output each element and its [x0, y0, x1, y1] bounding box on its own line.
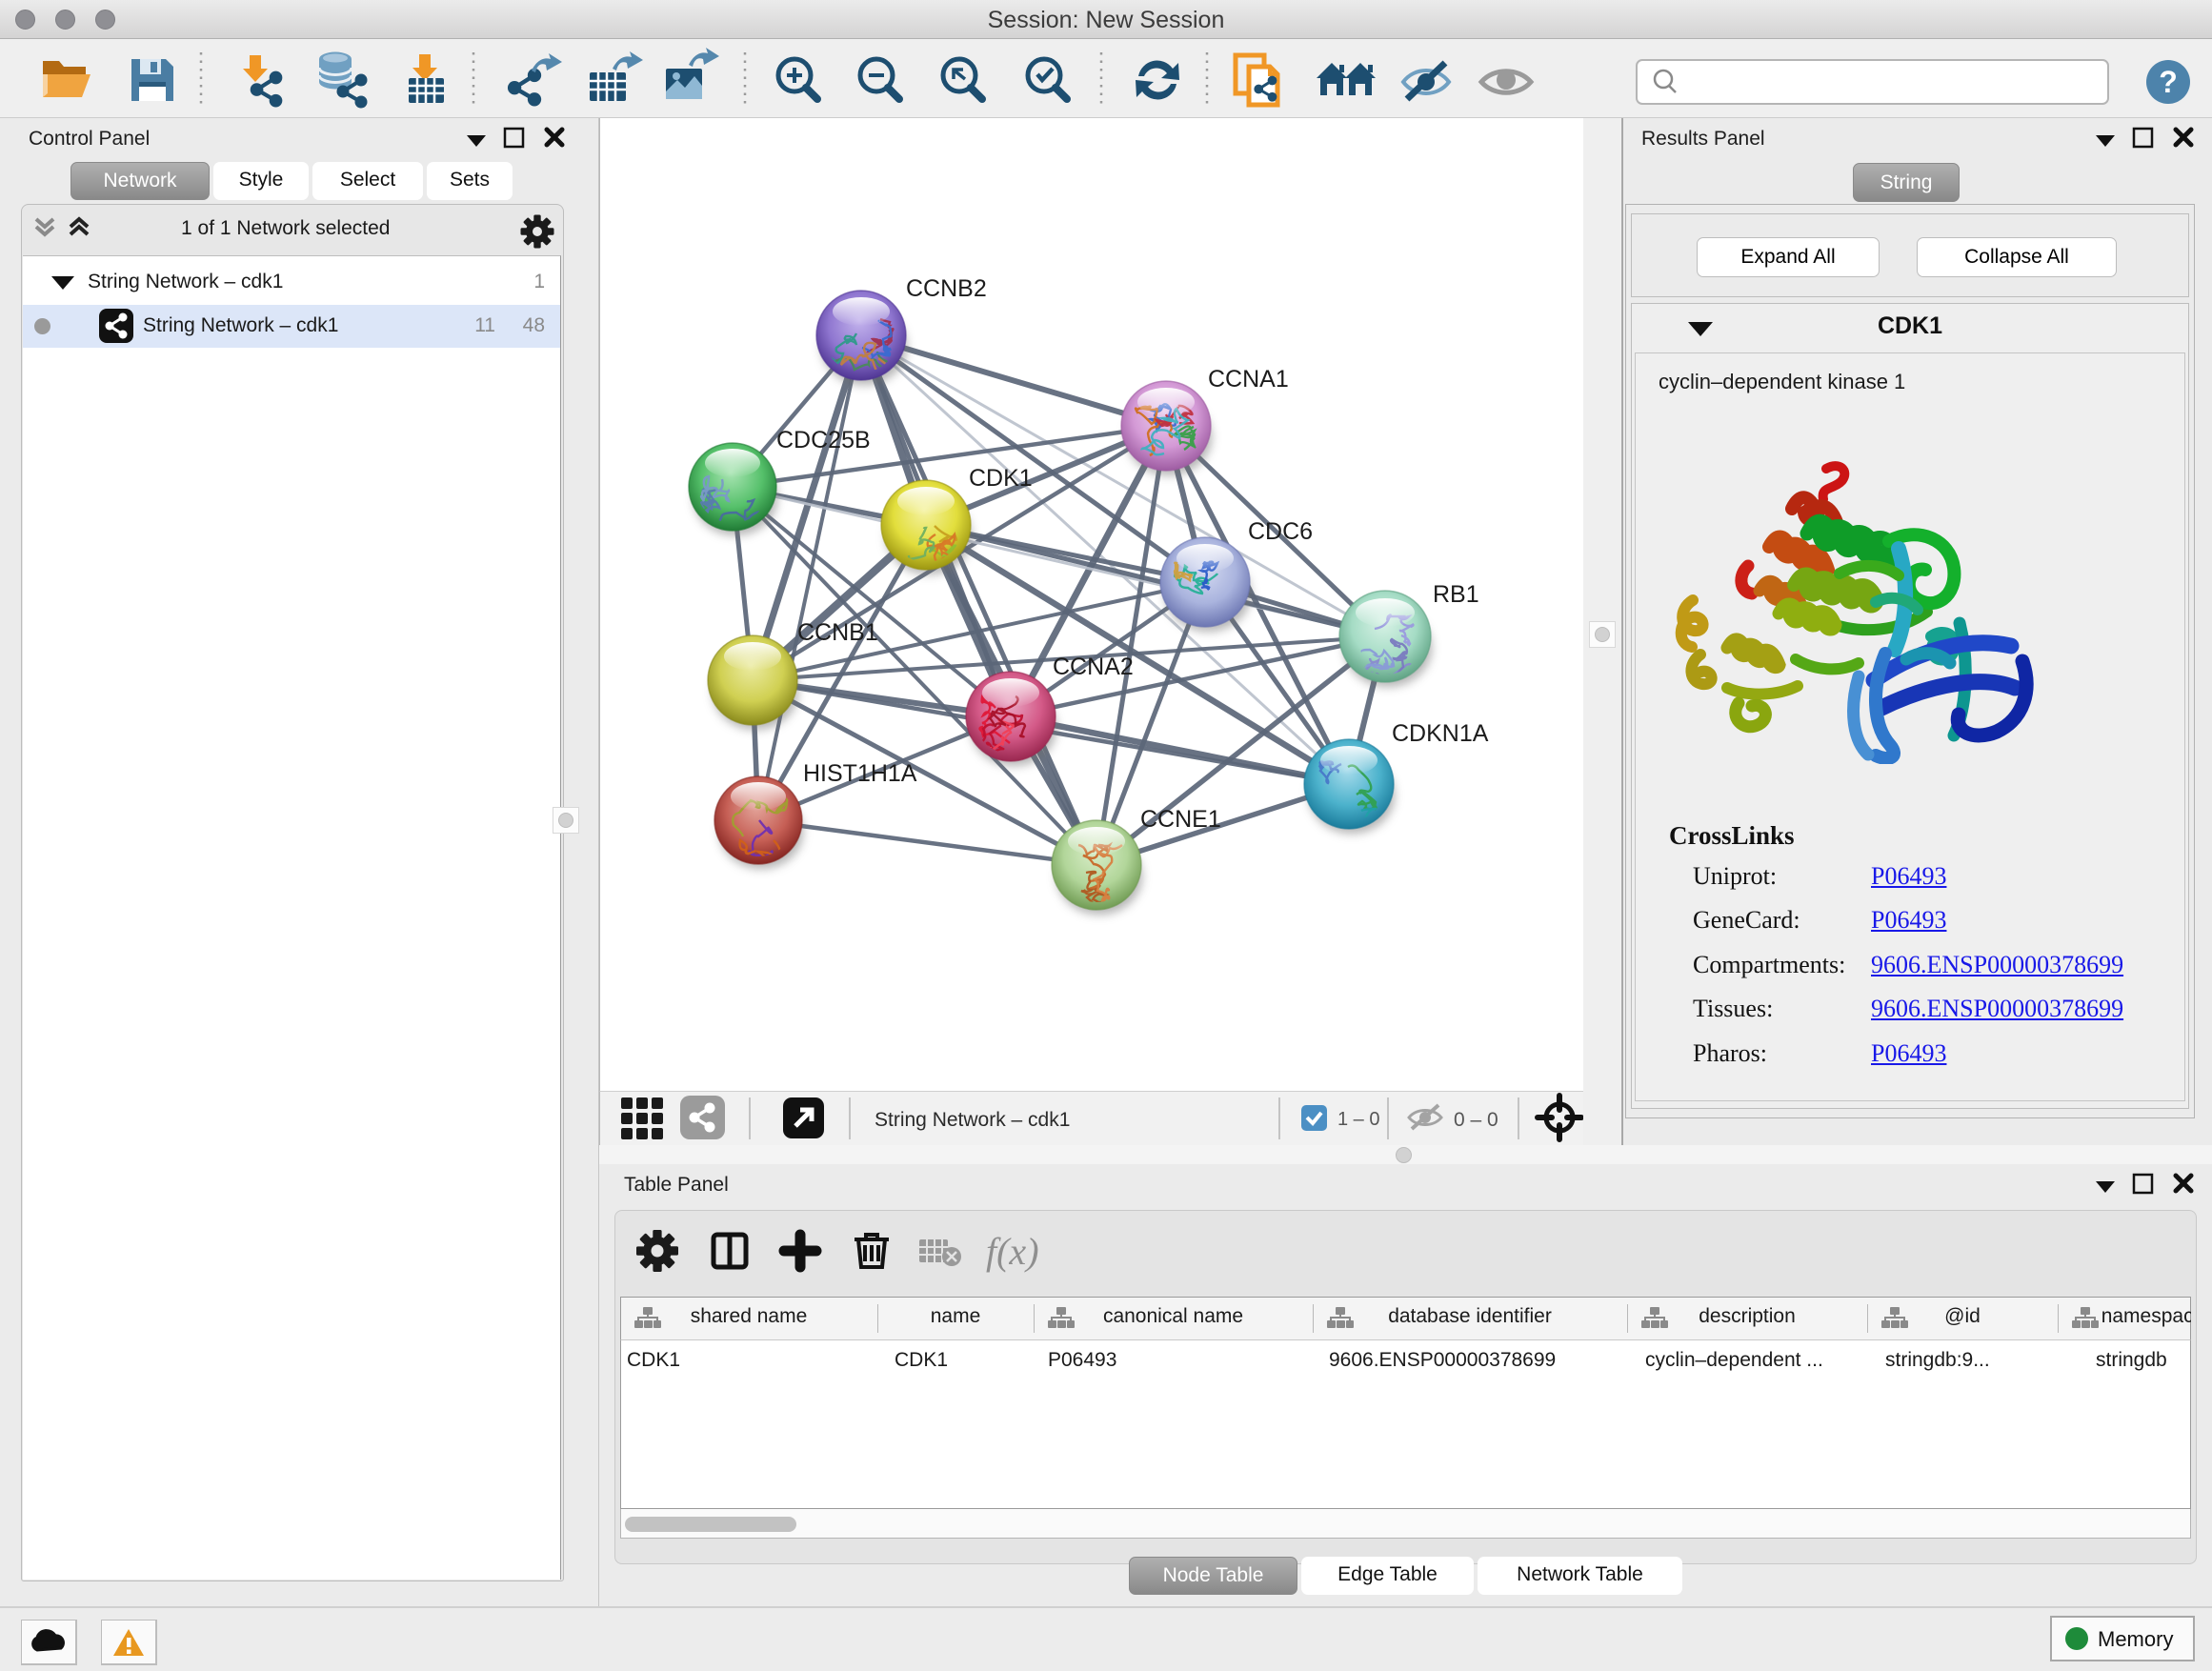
- svg-text:1 – 0: 1 – 0: [1337, 1109, 1379, 1130]
- svg-text:CCNA2: CCNA2: [1053, 654, 1134, 680]
- svg-text:?: ?: [2159, 65, 2178, 99]
- svg-text:CCNB2: CCNB2: [906, 275, 987, 302]
- svg-text:HIST1H1A: HIST1H1A: [803, 760, 917, 787]
- svg-text:String Network – cdk1: String Network – cdk1: [875, 1109, 1070, 1131]
- svg-text:CDKN1A: CDKN1A: [1392, 720, 1489, 747]
- svg-text:RB1: RB1: [1433, 581, 1479, 608]
- svg-text:f(x): f(x): [986, 1230, 1039, 1273]
- svg-text:CDC6: CDC6: [1248, 518, 1313, 545]
- svg-text:CCNB1: CCNB1: [797, 619, 878, 646]
- svg-text:CCNE1: CCNE1: [1140, 806, 1221, 833]
- svg-text:0 – 0: 0 – 0: [1454, 1109, 1498, 1131]
- svg-text:CCNA1: CCNA1: [1208, 366, 1289, 393]
- svg-text:CDC25B: CDC25B: [776, 427, 871, 453]
- svg-text:CDK1: CDK1: [969, 465, 1033, 492]
